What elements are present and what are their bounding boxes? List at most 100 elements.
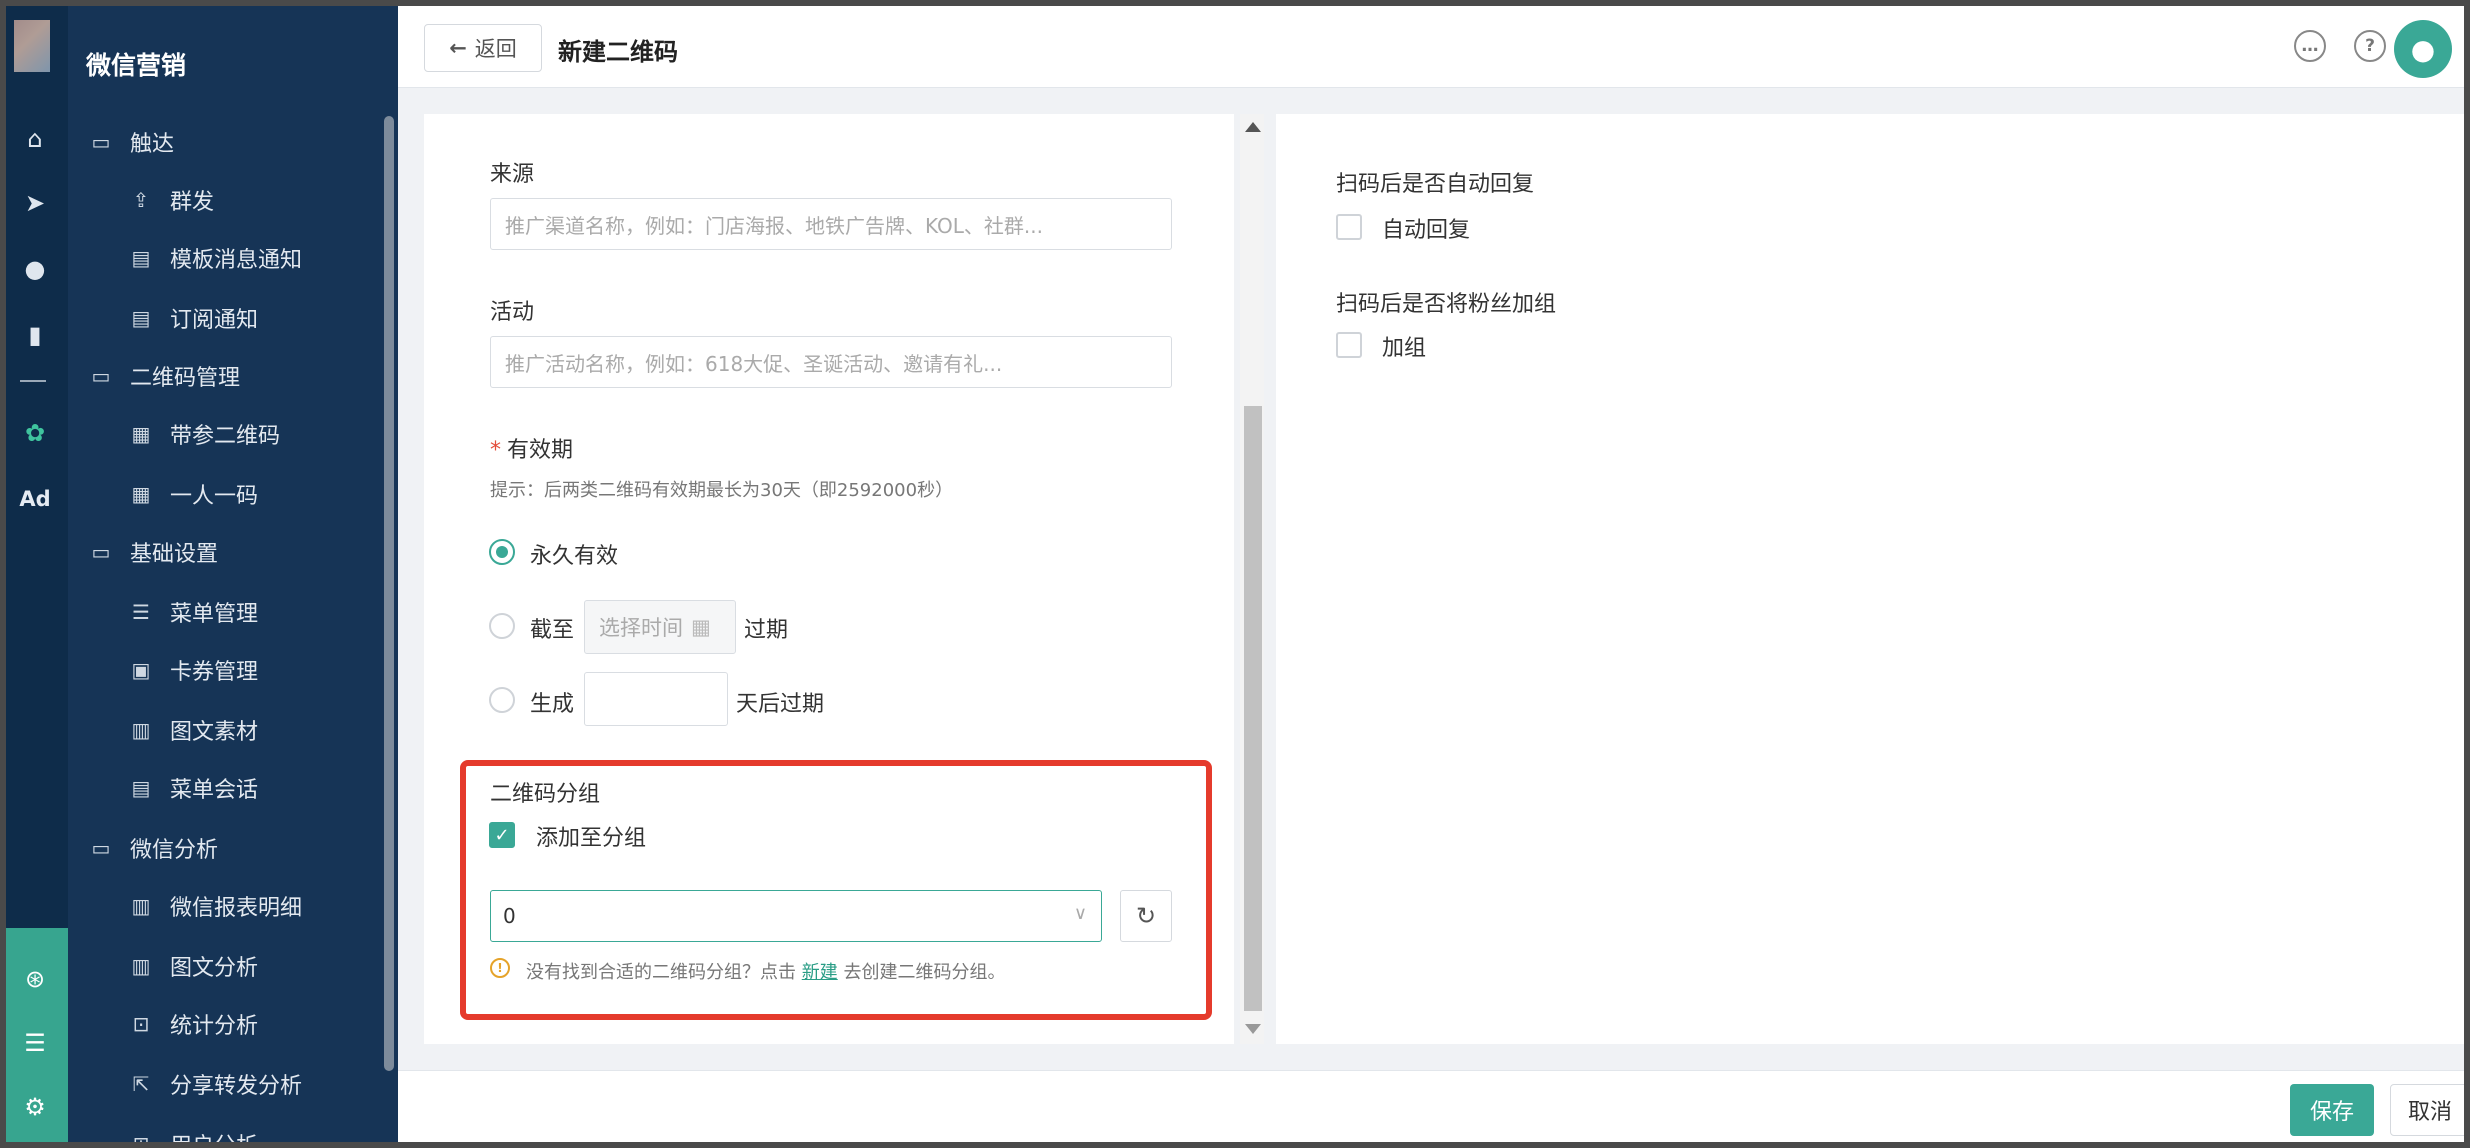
folder-icon: ▭: [91, 540, 111, 564]
add-to-group-checkbox[interactable]: ✓: [489, 822, 515, 848]
validity-label: * 有效期: [490, 438, 574, 463]
add-group-option: 加组: [1382, 336, 1427, 361]
chevron-down-icon: ∨: [1073, 903, 1087, 924]
radio-forever[interactable]: [489, 539, 515, 565]
send-icon[interactable]: ➤: [18, 186, 52, 220]
radio-until-prefix: 截至: [530, 618, 575, 643]
form-panel-right: [1276, 114, 2464, 1044]
wechat-icon[interactable]: ✿: [18, 416, 52, 450]
save-button[interactable]: 保存: [2290, 1084, 2374, 1136]
sidebar-item-article-analysis[interactable]: ▥ 图文分析: [126, 950, 258, 982]
add-to-group-label: 添加至分组: [536, 826, 647, 851]
days-input[interactable]: [584, 672, 728, 726]
radio-until-date[interactable]: [489, 613, 515, 639]
sidebar-item-card-manage[interactable]: ▣ 卡券管理: [126, 654, 258, 686]
date-picker-input[interactable]: 选择时间 ▦: [584, 600, 736, 654]
add-group-label: 扫码后是否将粉丝加组: [1336, 292, 1557, 317]
sidebar-item-article-material[interactable]: ▥ 图文素材: [126, 714, 258, 746]
avatar[interactable]: ●: [2394, 20, 2452, 78]
arrow-left-icon: ←: [449, 36, 467, 60]
sidebar-item-report-detail[interactable]: ▥ 微信报表明细: [126, 890, 302, 922]
page-header: ← 返回 新建二维码 … ? ●: [398, 6, 2464, 88]
chat-icon: ▤: [131, 776, 151, 800]
check-icon: ✓: [494, 824, 510, 846]
subscribe-icon: ▤: [131, 306, 151, 330]
qrcode-icon: ▦: [131, 422, 151, 446]
activity-label: 活动: [490, 300, 535, 325]
broadcast-icon: ⇪: [132, 188, 150, 212]
server-icon[interactable]: ☰: [18, 1026, 52, 1060]
required-mark: *: [490, 438, 501, 463]
sidebar-item-subscribe-notice[interactable]: ▤ 订阅通知: [126, 302, 258, 334]
add-group-checkbox[interactable]: [1336, 332, 1362, 358]
refresh-button[interactable]: ↻: [1120, 890, 1172, 942]
auto-reply-label: 扫码后是否自动回复: [1336, 172, 1535, 197]
sidebar-item-qrcode-manage[interactable]: ▭ 二维码管理: [86, 360, 240, 392]
sidebar-item-mass-send[interactable]: ⇪ 群发: [126, 184, 214, 216]
refresh-icon: ↻: [1135, 902, 1157, 930]
settings-gear-icon[interactable]: ⚙: [18, 1090, 52, 1124]
menu-list-icon: ☰: [132, 600, 150, 624]
qrcode-icon: ▦: [131, 482, 151, 506]
rail-divider: [20, 380, 46, 382]
sidebar-item-user-analysis[interactable]: ⊞ 用户分析: [126, 1128, 258, 1148]
help-icon[interactable]: ?: [2354, 30, 2386, 62]
warning-icon: !: [490, 958, 510, 978]
sidebar-item-wechat-analysis[interactable]: ▭ 微信分析: [86, 832, 218, 864]
sidebar-item-stats-analysis[interactable]: ⊡ 统计分析: [126, 1008, 258, 1040]
group-select[interactable]: 0 ∨: [490, 890, 1102, 942]
article-icon: ▥: [131, 718, 151, 742]
radio-after-days[interactable]: [489, 687, 515, 713]
sidebar-item-menu-session[interactable]: ▤ 菜单会话: [126, 772, 258, 804]
app-logo: [14, 20, 50, 72]
network-icon[interactable]: ⊛: [18, 962, 52, 996]
source-label: 来源: [490, 162, 535, 187]
ad-icon[interactable]: Ad: [18, 482, 52, 516]
report-icon: ▥: [131, 894, 151, 918]
sidebar-item-one-person-one-code[interactable]: ▦ 一人一码: [126, 478, 258, 510]
sidebar-item-basic-settings[interactable]: ▭ 基础设置: [86, 536, 218, 568]
back-button[interactable]: ← 返回: [424, 24, 542, 72]
template-icon: ▤: [131, 246, 151, 270]
activity-input[interactable]: 推广活动名称，例如：618大促、圣诞活动、邀请有礼...: [490, 336, 1172, 388]
page-footer: [398, 1070, 2464, 1142]
create-group-link[interactable]: 新建: [802, 962, 838, 983]
sidebar-item-menu-manage[interactable]: ☰ 菜单管理: [126, 596, 258, 628]
app-window: ⌂ ➤ ● ▮ ✿ Ad ⊛ ☰ ⚙ 微信营销 ▭ 触达 ⇪ 群发 ▤ 模板消息通知 …: [0, 0, 2470, 1148]
sidebar-item-param-qrcode[interactable]: ▦ 带参二维码: [126, 418, 280, 450]
auto-reply-option: 自动回复: [1382, 218, 1471, 243]
sidebar-scrollbar[interactable]: [384, 116, 394, 1071]
page-title: 新建二维码: [558, 38, 678, 66]
form-scrollbar-thumb[interactable]: [1244, 406, 1262, 1011]
stats-icon: ⊡: [132, 1012, 150, 1036]
radio-after-suffix: 天后过期: [736, 692, 825, 717]
folder-icon: ▭: [91, 364, 111, 388]
sidebar-item-template-notice[interactable]: ▤ 模板消息通知: [126, 242, 302, 274]
card-icon: ▣: [131, 658, 151, 682]
message-icon[interactable]: …: [2294, 30, 2326, 62]
sidebar: 微信营销 ▭ 触达 ⇪ 群发 ▤ 模板消息通知 ▤ 订阅通知 ▭ 二维码管理 ▦ 带参二维码…: [68, 6, 398, 1148]
sidebar-item-reach[interactable]: ▭ 触达: [86, 126, 174, 158]
folder-icon: ▭: [91, 836, 111, 860]
scroll-up-icon[interactable]: [1245, 122, 1261, 132]
icon-rail: ⌂ ➤ ● ▮ ✿ Ad ⊛ ☰ ⚙: [6, 6, 68, 1142]
rail-bottom-group: ⊛ ☰ ⚙: [6, 928, 68, 1142]
scroll-down-icon[interactable]: [1245, 1024, 1261, 1034]
bar-chart-icon[interactable]: ▮: [18, 318, 52, 352]
user-icon[interactable]: ●: [18, 252, 52, 286]
radio-until-suffix: 过期: [744, 618, 789, 643]
cancel-button[interactable]: 取消: [2390, 1084, 2464, 1136]
auto-reply-checkbox[interactable]: [1336, 214, 1362, 240]
share-icon: ⇱: [132, 1072, 150, 1096]
group-tip: 没有找到合适的二维码分组？点击 新建 去创建二维码分组。: [526, 962, 1006, 983]
group-label: 二维码分组: [490, 782, 601, 807]
sidebar-item-share-analysis[interactable]: ⇱ 分享转发分析: [126, 1068, 302, 1100]
radio-after-prefix: 生成: [530, 692, 575, 717]
source-input[interactable]: 推广渠道名称，例如：门店海报、地铁广告牌、KOL、社群...: [490, 198, 1172, 250]
calendar-icon: ▦: [691, 615, 711, 639]
user-analysis-icon: ⊞: [132, 1132, 150, 1148]
app-title: 微信营销: [86, 51, 187, 80]
report-icon: ▥: [131, 954, 151, 978]
validity-hint: 提示：后两类二维码有效期最长为30天（即2592000秒）: [490, 480, 954, 501]
home-icon[interactable]: ⌂: [18, 122, 52, 156]
